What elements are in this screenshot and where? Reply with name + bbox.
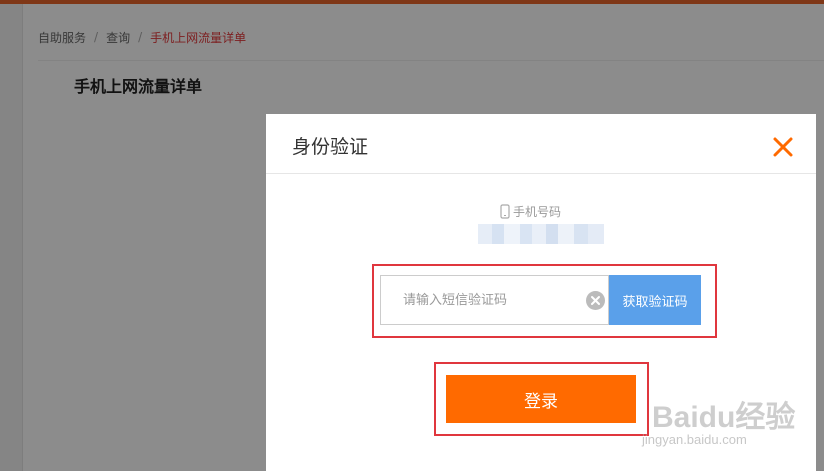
phone-number-redacted [478,224,604,244]
identity-verification-dialog: 身份验证 手机号码 请输入短信验证码 获取验证码 登录 [266,114,816,471]
dialog-header: 身份验证 [266,114,816,174]
phone-label: 手机号码 [500,202,561,220]
phone-label-text: 手机号码 [513,204,562,219]
clear-input-button[interactable] [586,291,605,310]
close-icon [773,137,793,157]
sms-code-input[interactable] [381,276,581,324]
clear-icon [586,291,605,310]
verification-code-row: 获取验证码 [380,275,701,325]
get-code-button[interactable]: 获取验证码 [609,275,701,325]
close-button[interactable] [770,134,796,160]
login-button[interactable]: 登录 [446,375,636,423]
dialog-title: 身份验证 [292,136,369,158]
code-input-wrapper [380,275,609,325]
phone-icon [500,203,510,219]
